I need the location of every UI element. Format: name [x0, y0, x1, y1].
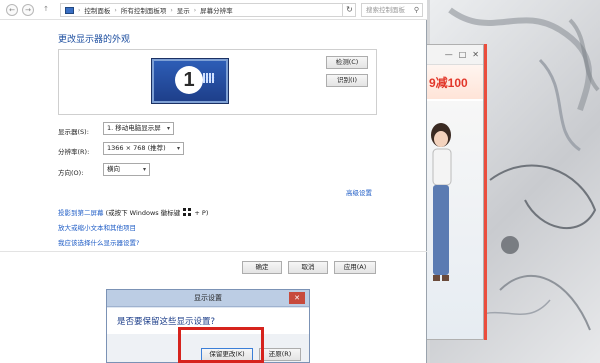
display-select[interactable]: 1. 移动电脑显示屏 ▾ [103, 122, 174, 135]
project-row: 投影到第二屏幕 (或按下 Windows 徽标键 + P) [58, 207, 208, 217]
chevron-right-icon: › [170, 6, 173, 14]
revert-button[interactable]: 还原(R) [259, 348, 301, 361]
detect-button[interactable]: 检测(C) [326, 56, 368, 69]
maximize-icon[interactable]: □ [459, 50, 467, 59]
breadcrumb-item[interactable]: 所有控制面板项 [121, 5, 167, 15]
identify-button[interactable]: 识别(I) [326, 74, 368, 87]
back-button[interactable]: ← [6, 4, 18, 16]
display-label: 显示器(S): [58, 128, 89, 136]
chevron-right-icon: › [193, 6, 197, 14]
monitor-preview-panel: 1 检测(C) 识别(I) [58, 49, 377, 115]
close-icon[interactable]: ✕ [289, 292, 305, 304]
breadcrumb[interactable]: › 控制面板 › 所有控制面板项 › 显示 › 屏幕分辨率 [60, 3, 356, 17]
control-panel-icon [65, 6, 74, 14]
dialog-title: 显示设置 [194, 294, 222, 302]
windows-logo-icon [183, 208, 192, 216]
minimize-icon[interactable]: — [445, 50, 453, 59]
breadcrumb-item[interactable]: 显示 [177, 5, 190, 15]
footer-divider [0, 251, 427, 252]
resolution-value: 1366 × 768 (推荐) [107, 144, 166, 152]
resolution-label: 分辨率(R): [58, 148, 90, 156]
address-bar: ← → ↑ › 控制面板 › 所有控制面板项 › 显示 › 屏幕分辨率 ↻ 搜索… [0, 0, 427, 20]
ad-banner[interactable]: 9减100 [427, 65, 483, 99]
dialog-question: 是否要保留这些显示设置? [117, 317, 216, 327]
search-placeholder: 搜索控制面板 [366, 6, 405, 14]
resolution-select[interactable]: 1366 × 768 (推荐) ▾ [103, 142, 184, 155]
orientation-select[interactable]: 横向 ▾ [103, 163, 150, 176]
chevron-down-icon: ▾ [166, 125, 170, 132]
advanced-settings-link[interactable]: 高级设置 [346, 187, 372, 197]
ad-window-edge [484, 44, 487, 340]
orientation-value: 横向 [107, 165, 120, 173]
ad-figure-illustration [431, 123, 452, 281]
ad-popup-window: — □ ✕ 9减100 [426, 44, 484, 340]
breadcrumb-item[interactable]: 控制面板 [84, 5, 110, 15]
monitor-grid-graphic [203, 73, 215, 83]
display-value: 1. 移动电脑显示屏 [107, 124, 161, 132]
forward-button[interactable]: → [22, 4, 34, 16]
apply-button[interactable]: 应用(A) [334, 261, 376, 274]
up-button[interactable]: ↑ [40, 4, 52, 16]
search-input[interactable]: 搜索控制面板 ⚲ [361, 3, 423, 17]
orientation-label: 方向(O): [58, 169, 84, 177]
chevron-right-icon: › [114, 6, 117, 14]
close-icon[interactable]: ✕ [472, 50, 479, 59]
ok-button[interactable]: 确定 [242, 261, 282, 274]
highlight-annotation [178, 327, 264, 363]
help-link[interactable]: 我应该选择什么显示器设置? [58, 237, 139, 247]
project-hint-after: + P) [194, 209, 209, 217]
search-icon: ⚲ [413, 6, 419, 14]
dialog-titlebar: 显示设置 ✕ [107, 290, 309, 307]
ad-titlebar: — □ ✕ [427, 45, 483, 65]
enlarge-text-link[interactable]: 放大或缩小文本和其他项目 [58, 222, 136, 232]
refresh-button[interactable]: ↻ [342, 3, 356, 17]
ad-image[interactable] [427, 101, 483, 339]
monitor-number: 1 [175, 66, 203, 94]
chevron-down-icon: ▾ [176, 145, 180, 152]
project-hint-before: (或按下 Windows 徽标键 [105, 209, 181, 217]
cancel-button[interactable]: 取消 [288, 261, 328, 274]
project-link[interactable]: 投影到第二屏幕 [58, 209, 104, 217]
breadcrumb-item[interactable]: 屏幕分辨率 [200, 5, 233, 15]
page-title: 更改显示器的外观 [58, 35, 131, 45]
chevron-down-icon: ▾ [142, 166, 146, 173]
chevron-right-icon: › [78, 6, 81, 14]
monitor-icon[interactable]: 1 [152, 59, 228, 103]
